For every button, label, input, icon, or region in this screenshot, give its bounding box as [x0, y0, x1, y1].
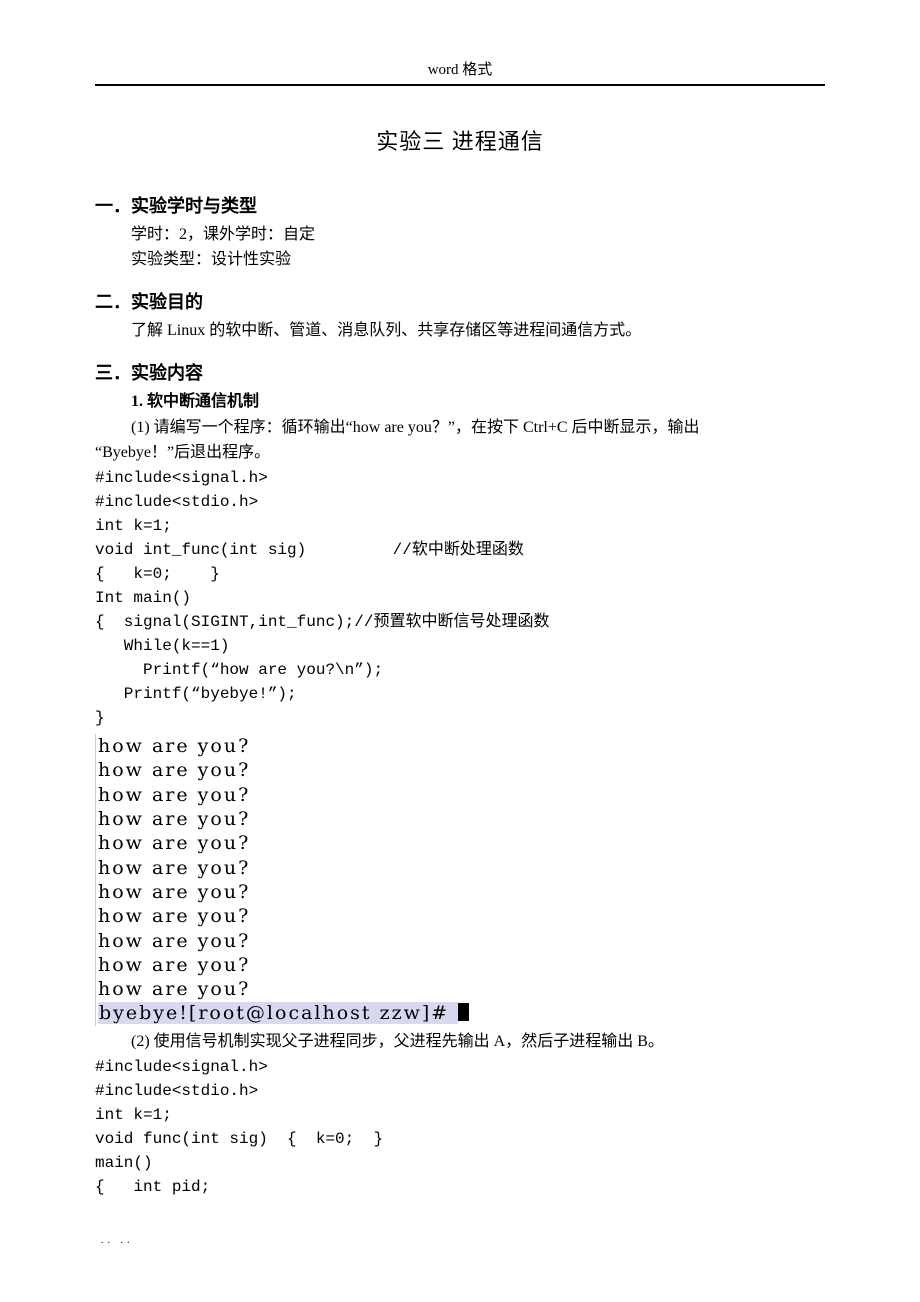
terminal-line: how are you?	[98, 831, 469, 855]
section-1-line-1: 学时：2，课外学时：自定	[95, 223, 825, 246]
section-1-head: 一．实验学时与类型	[95, 193, 825, 219]
section-2-line-1: 了解 Linux 的软中断、管道、消息队列、共享存储区等进程间通信方式。	[95, 319, 825, 342]
terminal-line: how are you?	[98, 977, 469, 1001]
terminal-line: how are you?	[98, 758, 469, 782]
section-2-head: 二．实验目的	[95, 289, 825, 315]
code-block-1: #include<signal.h> #include<stdio.h> int…	[95, 466, 825, 730]
section-3-head: 三．实验内容	[95, 360, 825, 386]
code-block-2: #include<signal.h> #include<stdio.h> int…	[95, 1055, 825, 1199]
terminal-last-line: byebye![root@localhost zzw]#	[98, 1001, 469, 1025]
page-footer-dots: .. ..	[95, 1234, 825, 1249]
document-page: word 格式 实验三 进程通信 一．实验学时与类型 学时：2，课外学时：自定 …	[0, 0, 920, 1288]
terminal-line: how are you?	[98, 953, 469, 977]
header-rule	[95, 84, 825, 86]
question-1b: “Byebye！”后退出程序。	[95, 441, 825, 464]
terminal-cursor-icon	[458, 1003, 469, 1021]
section-1-line-2: 实验类型：设计性实验	[95, 248, 825, 271]
terminal-line: how are you?	[98, 904, 469, 928]
page-header-label: word 格式	[95, 60, 825, 82]
terminal-line: how are you?	[98, 929, 469, 953]
terminal-line: how are you?	[98, 734, 469, 758]
document-title: 实验三 进程通信	[95, 126, 825, 158]
terminal-line: how are you?	[98, 856, 469, 880]
section-3-sub-1: 1. 软中断通信机制	[95, 390, 825, 413]
terminal-line: how are you?	[98, 880, 469, 904]
terminal-output: how are you? how are you? how are you? h…	[95, 734, 469, 1026]
terminal-line: how are you?	[98, 807, 469, 831]
terminal-line: how are you?	[98, 783, 469, 807]
question-1a: (1) 请编写一个程序：循环输出“how are you？”，在按下 Ctrl+…	[95, 416, 825, 439]
terminal-prompt: byebye![root@localhost zzw]#	[98, 1002, 458, 1024]
question-2: (2) 使用信号机制实现父子进程同步，父进程先输出 A，然后子进程输出 B。	[95, 1030, 825, 1053]
